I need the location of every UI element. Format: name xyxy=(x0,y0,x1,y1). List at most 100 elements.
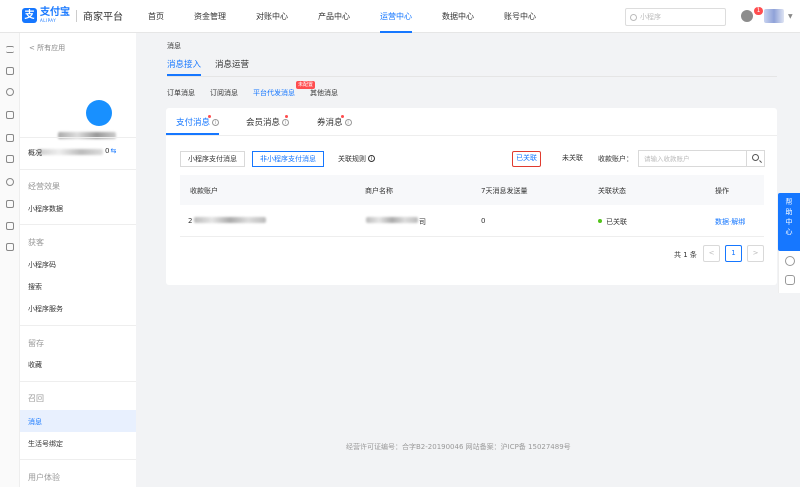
search-icon xyxy=(752,154,759,161)
report-icon[interactable] xyxy=(6,243,14,251)
gift-icon[interactable] xyxy=(6,134,14,142)
info-icon: i xyxy=(282,119,290,126)
user-avatar[interactable] xyxy=(764,9,784,23)
sidebar-item-search[interactable]: 搜索 xyxy=(28,282,42,292)
image-icon[interactable] xyxy=(6,67,14,75)
sidebar-item-lifeaccount-bind[interactable]: 生活号绑定 xyxy=(28,439,63,449)
pagination-next[interactable]: > xyxy=(747,245,764,262)
topnav-item-account[interactable]: 账号中心 xyxy=(504,0,536,33)
sidebar-divider xyxy=(20,325,136,326)
card-tab-coupon[interactable]: 券消息 i xyxy=(317,116,352,128)
col-actions: 操作 xyxy=(715,187,729,195)
info-icon: i xyxy=(212,119,220,126)
footer-license: 经营许可证编号：合字B2-20190046 网站备案：沪ICP备 1502748… xyxy=(346,443,571,451)
notification-badge: 1 xyxy=(754,7,763,15)
card-tab-member[interactable]: 会员消息 i xyxy=(246,116,290,128)
icon-rail xyxy=(0,33,20,487)
settings-icon[interactable] xyxy=(6,178,14,186)
target-icon[interactable] xyxy=(6,88,14,96)
sidebar-item-mp-service[interactable]: 小程序服务 xyxy=(28,304,63,314)
tabs-divider xyxy=(167,76,777,77)
top-search-input[interactable] xyxy=(640,13,725,21)
sent-7d-value: 0 xyxy=(481,217,486,225)
breadcrumb: 消息 xyxy=(167,42,181,50)
filter-unlinked[interactable]: 未关联 xyxy=(559,151,586,167)
accounts-table: 收款账户 商户名称 7天消息发送量 关联状态 操作 2 司 0 已关联 数据·解… xyxy=(180,175,764,237)
table-header: 收款账户 商户名称 7天消息发送量 关联状态 操作 xyxy=(180,175,764,205)
document-icon[interactable] xyxy=(6,111,14,119)
sidebar-divider xyxy=(20,169,136,170)
app-id-suffix: 0⇆ xyxy=(105,147,117,155)
app-avatar xyxy=(86,100,112,126)
account-prefix: 2 xyxy=(188,217,193,225)
col-account: 收款账户 xyxy=(190,187,218,195)
bell-icon[interactable] xyxy=(741,10,753,22)
menu-icon[interactable] xyxy=(6,46,14,53)
topnav-menu: 首页 资金管理 对账中心 产品中心 运营中心 数据中心 账号中心 xyxy=(148,0,566,33)
card-icon[interactable] xyxy=(6,200,14,208)
association-rules-link[interactable]: 关联规则 i xyxy=(338,154,375,164)
account-filter-label: 收款账户： xyxy=(598,155,633,163)
pagination-prev[interactable]: < xyxy=(703,245,720,262)
status-dot xyxy=(598,219,602,223)
pagination-total: 共 1 条 xyxy=(674,251,697,259)
segment-mp-payment[interactable]: 小程序支付消息 xyxy=(180,151,245,167)
new-feature-icon[interactable] xyxy=(785,275,795,285)
platform-title: 商家平台 xyxy=(83,12,123,23)
sidebar-item-mp-data[interactable]: 小程序数据 xyxy=(28,204,63,214)
sidebar-group-acquire: 获客 xyxy=(28,238,44,247)
segment-non-mp-payment[interactable]: 非小程序支付消息 xyxy=(252,151,324,167)
switch-icon[interactable]: ⇆ xyxy=(110,147,116,155)
data-link[interactable]: 数据 xyxy=(715,218,729,226)
sidebar-item-favorites[interactable]: 收藏 xyxy=(28,360,42,370)
card-tab-payment[interactable]: 支付消息 i xyxy=(176,116,220,128)
tab-message-access[interactable]: 消息接入 xyxy=(167,58,202,76)
topnav-item-data[interactable]: 数据中心 xyxy=(442,0,474,33)
merchant-suffix: 司 xyxy=(419,218,426,226)
subtab-platform-messages[interactable]: 平台代发消息 xyxy=(253,88,295,98)
logo-divider xyxy=(76,9,77,22)
logo-en-text: ALIPAY xyxy=(40,18,57,23)
brand-logo[interactable]: 支 支付宝 ALIPAY 商家平台 xyxy=(22,8,123,23)
headset-icon[interactable] xyxy=(785,256,795,266)
topnav-item-reconciliation[interactable]: 对账中心 xyxy=(256,0,288,33)
card-tabs: 支付消息 i 会员消息 i 券消息 i xyxy=(166,108,777,136)
sidebar-divider xyxy=(20,137,136,138)
back-to-all-apps-link[interactable]: < 所有应用 xyxy=(29,43,65,53)
filter-linked[interactable]: 已关联 xyxy=(512,151,541,167)
topnav-item-operations[interactable]: 运营中心 xyxy=(380,0,412,33)
subtab-order-messages[interactable]: 订单消息 xyxy=(167,88,195,98)
sidebar-item-overview[interactable]: 概况 xyxy=(28,148,42,158)
topnav-item-products[interactable]: 产品中心 xyxy=(318,0,350,33)
account-redacted xyxy=(194,217,266,223)
merchant-redacted xyxy=(366,217,418,223)
help-center-button[interactable]: 帮助中心 xyxy=(778,193,800,251)
unconfigured-badge: 未配置 xyxy=(296,81,316,89)
logo-cn-text: 支付宝 xyxy=(40,7,70,18)
table-row: 2 司 0 已关联 数据·解绑 xyxy=(180,205,764,237)
status-badge: 已关联 xyxy=(598,217,627,227)
sidebar-item-mp-code[interactable]: 小程序码 xyxy=(28,260,56,270)
chevron-down-icon[interactable]: ▼ xyxy=(788,13,793,20)
red-dot-indicator xyxy=(341,115,344,118)
subtab-subscription-messages[interactable]: 订阅消息 xyxy=(210,88,238,98)
topnav-item-home[interactable]: 首页 xyxy=(148,0,164,33)
sidebar-divider xyxy=(20,459,136,460)
active-tab-underline xyxy=(166,133,219,135)
sidebar-group-retain: 留存 xyxy=(28,339,44,348)
topnav-item-funds[interactable]: 资金管理 xyxy=(194,0,226,33)
red-dot-indicator xyxy=(285,115,288,118)
info-icon: i xyxy=(368,155,375,162)
pagination-page-1[interactable]: 1 xyxy=(725,245,742,262)
tab-message-operations[interactable]: 消息运营 xyxy=(215,58,249,76)
subtab-other-messages[interactable]: 其他消息 xyxy=(310,88,338,98)
list-icon[interactable] xyxy=(6,222,14,230)
sidebar-group-effect: 经营效果 xyxy=(28,182,60,191)
sidebar-group-recall: 召回 xyxy=(28,394,44,403)
unbind-link[interactable]: 解绑 xyxy=(731,218,745,226)
cube-icon[interactable] xyxy=(6,155,14,163)
top-search-box[interactable] xyxy=(625,8,726,26)
sidebar-item-messages[interactable]: 消息 xyxy=(28,417,42,427)
account-search-button[interactable] xyxy=(746,150,765,167)
account-search-input[interactable] xyxy=(638,150,746,167)
